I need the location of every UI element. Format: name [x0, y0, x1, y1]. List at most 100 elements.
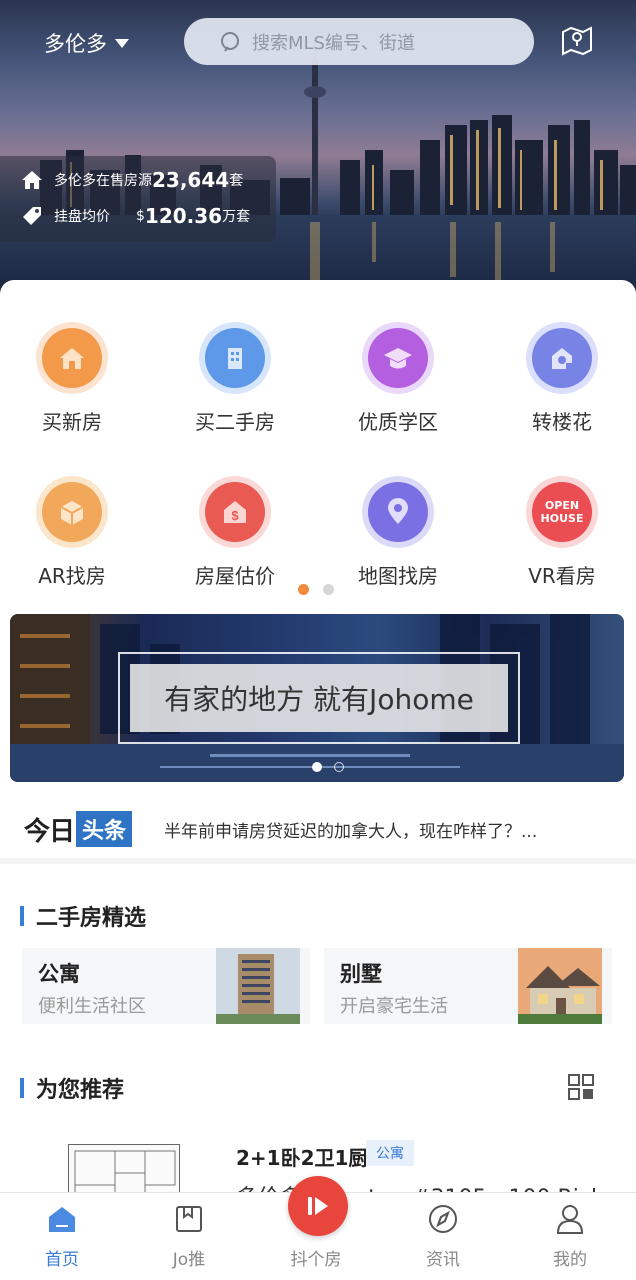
- avg-price-value: 120.36: [144, 204, 223, 228]
- icon-ring: [36, 322, 108, 394]
- headline-news-bar[interactable]: 今日 头条 半年前申请房贷延迟的加拿大人，现在咋样了？...: [0, 800, 636, 864]
- city-selector[interactable]: 多伦多: [44, 28, 129, 58]
- city-label: 多伦多: [44, 32, 107, 56]
- grid-item-valuation[interactable]: $ 房屋估价: [165, 476, 305, 589]
- tab-label: Jo推: [172, 1250, 206, 1270]
- listings-value: 23,644: [152, 168, 230, 192]
- avg-price-currency: $: [136, 208, 145, 224]
- open-house-line2: HOUSE: [540, 512, 584, 525]
- tab-label: 我的: [553, 1250, 587, 1270]
- price-tag-icon: [23, 207, 41, 225]
- app-screen: 多伦多 搜索MLS编号、街道 多伦多在售房源 23,644 套 挂盘均价 $ 1…: [0, 0, 636, 1280]
- banner-frame: 有家的地方 就有Johome: [118, 652, 520, 744]
- transfer-house-icon: [532, 328, 592, 388]
- ar-cube-icon: [42, 482, 102, 542]
- icon-ring: [526, 322, 598, 394]
- map-icon[interactable]: [560, 22, 594, 56]
- news-headline[interactable]: 半年前申请房贷延迟的加拿大人，现在咋样了？...: [164, 817, 537, 842]
- tab-home[interactable]: 首页: [12, 1193, 112, 1280]
- grid-item-resale[interactable]: 买二手房: [165, 322, 305, 435]
- map-pin-icon: [368, 482, 428, 542]
- grid-label: 买新房: [42, 410, 102, 434]
- resale-card-condo[interactable]: 公寓 便利生活社区: [22, 948, 310, 1024]
- section-title-text: 为您推荐: [36, 1078, 125, 1103]
- page-dot[interactable]: [323, 584, 334, 595]
- banner-indicator: [312, 762, 344, 772]
- card-title: 公寓: [38, 962, 80, 986]
- banner-dot[interactable]: [334, 762, 344, 772]
- grid-label: 优质学区: [358, 410, 438, 434]
- tab-label: 抖个房: [290, 1250, 342, 1270]
- open-house-line1: OPEN: [544, 499, 580, 512]
- grid-view-icon[interactable]: [568, 1074, 594, 1100]
- listings-label: 多伦多在售房源: [54, 173, 152, 189]
- feature-grid: 买新房 买二手房 优质学区 转楼花 AR找房 $ 房屋估价 地图找房 OPEN …: [0, 280, 636, 610]
- grid-item-map[interactable]: 地图找房: [328, 476, 468, 589]
- grid-label: 买二手房: [195, 410, 275, 434]
- search-icon: [221, 32, 239, 52]
- hero-banner: 多伦多 搜索MLS编号、街道 多伦多在售房源 23,644 套 挂盘均价 $ 1…: [0, 0, 636, 300]
- grid-item-vr[interactable]: OPEN HOUSE VR看房: [492, 476, 632, 589]
- grid-item-school[interactable]: 优质学区: [328, 322, 468, 435]
- page-dot-active[interactable]: [298, 584, 309, 595]
- listing-title: 2+1卧2卫1厨: [236, 1146, 369, 1170]
- grid-label: VR看房: [528, 564, 596, 588]
- building-icon: [205, 328, 265, 388]
- card-subtitle: 便利生活社区: [38, 996, 146, 1017]
- home-icon: [49, 1207, 75, 1232]
- section-title-recommend: 为您推荐: [20, 1072, 124, 1104]
- section-title-text: 二手房精选: [36, 906, 147, 931]
- condo-tower-image: [216, 948, 300, 1024]
- grid-item-transfer[interactable]: 转楼花: [492, 322, 632, 435]
- grid-page-indicator: [298, 584, 334, 595]
- resale-card-villa[interactable]: 别墅 开启豪宅生活: [324, 948, 612, 1024]
- grid-label: 地图找房: [358, 564, 438, 588]
- grid-label: 转楼花: [532, 410, 592, 434]
- icon-ring: $: [199, 476, 271, 548]
- grid-label: AR找房: [38, 564, 106, 588]
- tab-news[interactable]: 资讯: [393, 1193, 493, 1280]
- avg-price-unit: 万套: [222, 209, 251, 225]
- house-icon: [42, 328, 102, 388]
- search-input[interactable]: 搜索MLS编号、街道: [184, 18, 534, 65]
- toutiao-logo: 今日 头条: [24, 811, 133, 848]
- section-marker: [20, 1078, 24, 1098]
- market-stats-panel: 多伦多在售房源 23,644 套 挂盘均价 $ 120.36 万套: [0, 156, 276, 242]
- villa-house-image: [518, 948, 602, 1024]
- user-icon: [556, 1205, 584, 1234]
- section-title-resale: 二手房精选: [20, 900, 146, 932]
- tab-jo-push[interactable]: Jo推: [139, 1193, 239, 1280]
- dollar-house-icon: $: [205, 482, 265, 542]
- caret-down-icon: [115, 38, 129, 48]
- banner-dot-active[interactable]: [312, 762, 322, 772]
- card-subtitle: 开启豪宅生活: [340, 996, 448, 1017]
- logo-text-b: 头条: [76, 811, 133, 847]
- avg-price-stat: 挂盘均价 $ 120.36 万套: [20, 204, 250, 228]
- compass-icon: [429, 1205, 457, 1233]
- play-button[interactable]: [288, 1176, 348, 1236]
- logo-text-a: 今日: [24, 816, 75, 847]
- banner-slogan: 有家的地方 就有Johome: [130, 664, 508, 732]
- card-title: 别墅: [340, 962, 382, 986]
- listing-type-badge: 公寓: [366, 1140, 414, 1166]
- icon-ring: [362, 322, 434, 394]
- search-placeholder: 搜索MLS编号、街道: [252, 32, 415, 54]
- icon-ring: OPEN HOUSE: [526, 476, 598, 548]
- listings-unit: 套: [229, 173, 244, 189]
- play-icon: [308, 1197, 328, 1215]
- grid-item-ar[interactable]: AR找房: [2, 476, 142, 589]
- house-icon: [22, 171, 42, 189]
- tab-label: 首页: [45, 1250, 79, 1270]
- grid-item-new-home[interactable]: 买新房: [2, 322, 142, 435]
- open-house-icon: OPEN HOUSE: [532, 482, 592, 542]
- tab-label: 资讯: [426, 1250, 460, 1270]
- grid-label: 房屋估价: [195, 564, 275, 588]
- listings-stat: 多伦多在售房源 23,644 套: [20, 168, 243, 192]
- promo-banner[interactable]: 有家的地方 就有Johome: [10, 614, 624, 782]
- book-icon: [176, 1206, 202, 1232]
- svg-text:$: $: [231, 508, 239, 523]
- floor-plan-image: [68, 1144, 180, 1198]
- icon-ring: [362, 476, 434, 548]
- icon-ring: [36, 476, 108, 548]
- tab-profile[interactable]: 我的: [520, 1193, 620, 1280]
